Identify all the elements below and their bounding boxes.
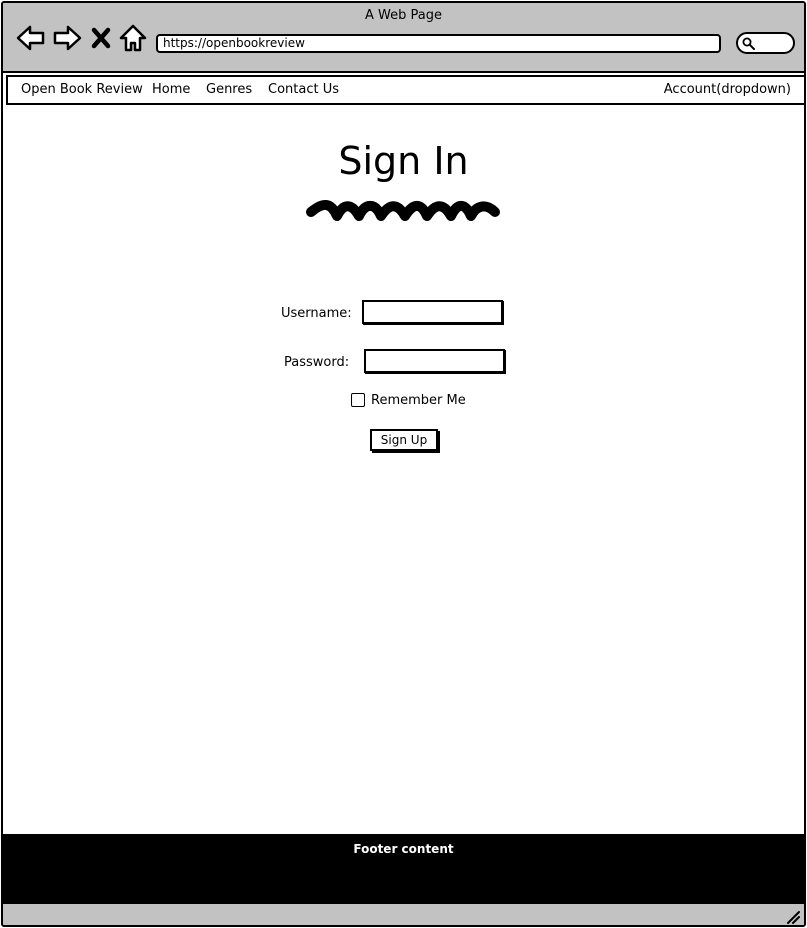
username-label: Username: bbox=[281, 306, 352, 321]
footer-text: Footer content bbox=[353, 842, 454, 856]
remember-me-checkbox[interactable] bbox=[351, 393, 365, 407]
nav-link-home[interactable]: Home bbox=[152, 77, 190, 103]
remember-me-label[interactable]: Remember Me bbox=[371, 393, 466, 409]
browser-search-box[interactable] bbox=[736, 32, 795, 54]
browser-chrome: A Web Page https://openbookreview bbox=[3, 3, 804, 73]
forward-arrow-icon[interactable] bbox=[52, 23, 82, 53]
resize-grip-icon[interactable] bbox=[784, 908, 800, 924]
window-title: A Web Page bbox=[365, 8, 442, 23]
site-navbar: Open Book Review Home Genres Contact Us … bbox=[6, 75, 804, 105]
page-title: Sign In bbox=[338, 139, 469, 183]
password-label: Password: bbox=[284, 355, 350, 370]
navbar-brand[interactable]: Open Book Review bbox=[21, 77, 143, 103]
nav-link-contact-us[interactable]: Contact Us bbox=[268, 77, 339, 103]
back-arrow-icon[interactable] bbox=[16, 23, 46, 53]
footer: Footer content bbox=[3, 834, 804, 902]
account-dropdown[interactable]: Account(dropdown) bbox=[664, 77, 791, 103]
redacted-scribble bbox=[306, 200, 500, 221]
nav-link-genres[interactable]: Genres bbox=[206, 77, 252, 103]
status-bar bbox=[3, 902, 804, 925]
password-field[interactable] bbox=[364, 349, 505, 373]
home-icon[interactable] bbox=[118, 23, 148, 53]
close-x-icon[interactable] bbox=[90, 23, 112, 53]
address-bar[interactable]: https://openbookreview bbox=[156, 34, 721, 53]
username-field[interactable] bbox=[362, 300, 503, 324]
search-icon bbox=[742, 37, 755, 50]
submit-button[interactable]: Sign Up bbox=[370, 429, 438, 451]
browser-window: A Web Page https://openbookreview Open B… bbox=[1, 1, 806, 927]
